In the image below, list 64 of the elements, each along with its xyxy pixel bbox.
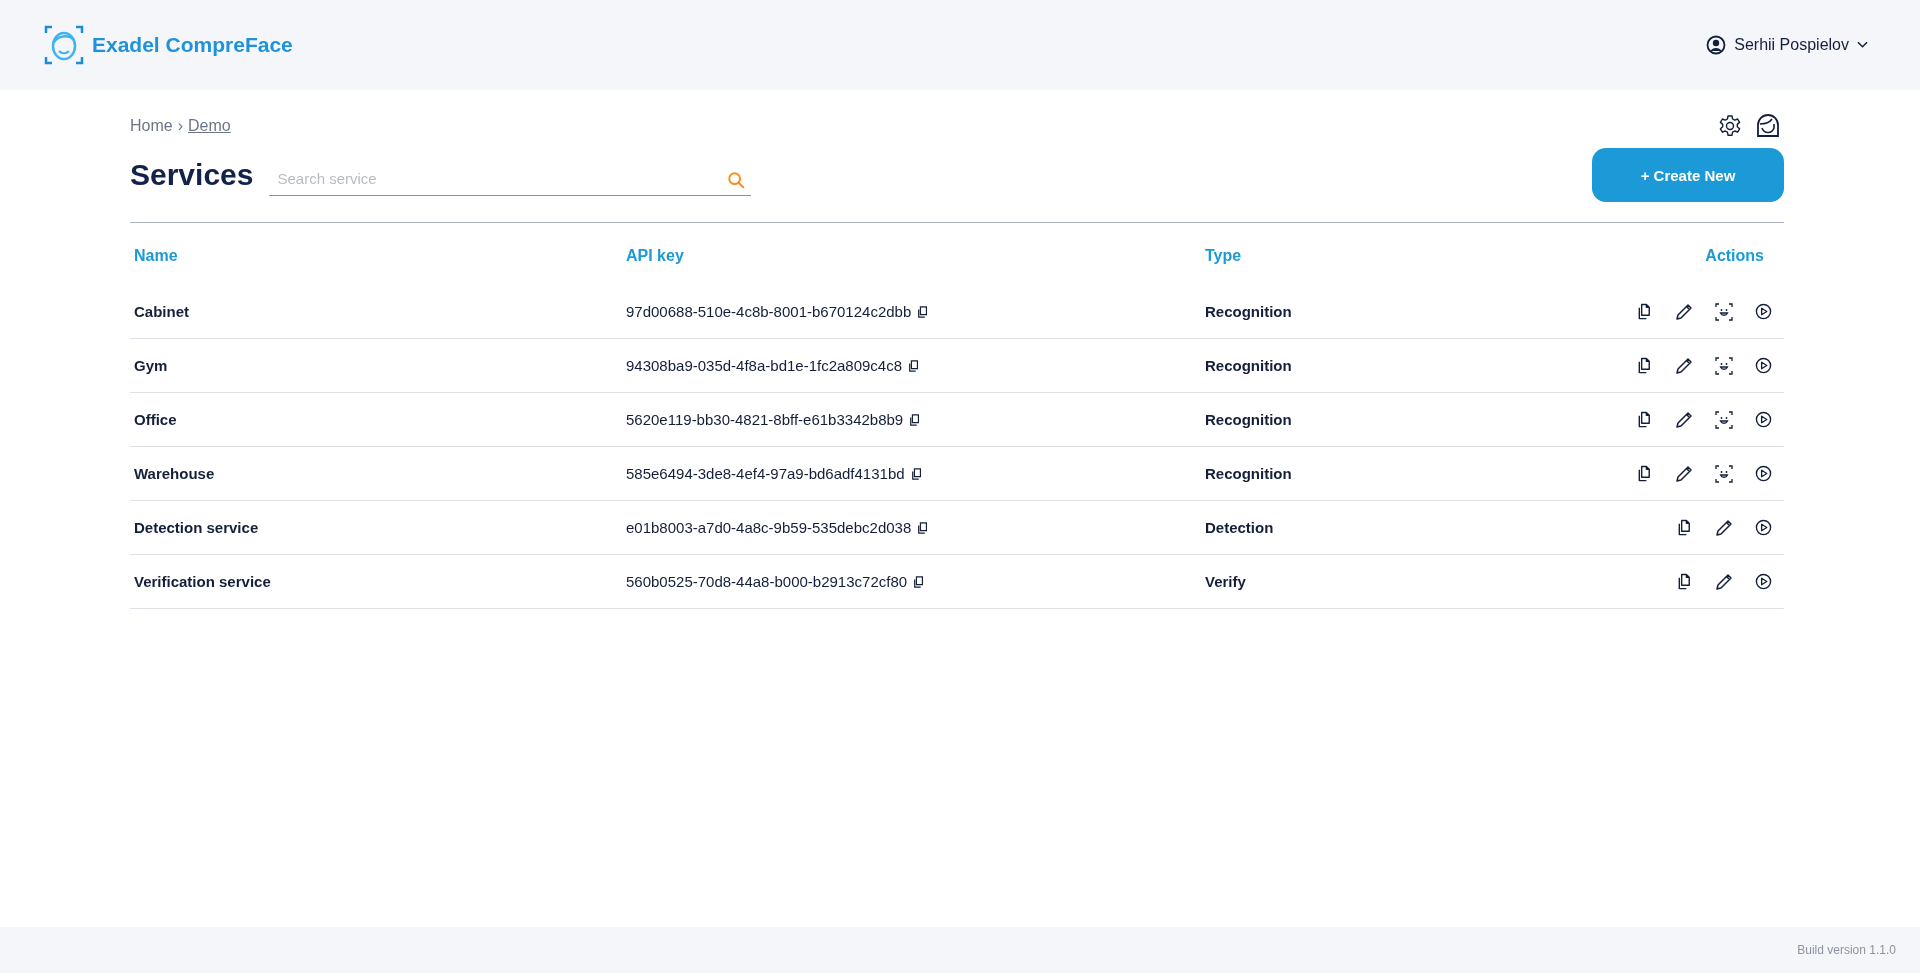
copy-icon[interactable] [917, 305, 930, 318]
api-key: 560b0525-70d8-44a8-b000-b2913c72cf80 [626, 573, 908, 590]
face-scan-icon[interactable] [1715, 302, 1733, 321]
play-icon[interactable] [1755, 357, 1772, 374]
service-type: Recognition [1205, 303, 1293, 320]
pencil-icon[interactable] [1675, 410, 1693, 429]
pencil-icon[interactable] [1715, 572, 1733, 591]
copy-icon[interactable] [1636, 465, 1653, 482]
copy-icon[interactable] [909, 413, 922, 426]
face-logo-icon [44, 25, 84, 65]
service-name: Office [133, 411, 178, 428]
play-icon[interactable] [1755, 573, 1772, 590]
copy-icon[interactable] [1676, 519, 1693, 536]
pencil-icon[interactable] [1675, 302, 1693, 321]
build-version: Build version 1.1.0 [1797, 943, 1896, 957]
service-type: Recognition [1205, 411, 1293, 428]
api-key: 585e6494-3de8-4ef4-97a9-bd6adf4131bd [626, 465, 905, 482]
user-menu[interactable]: Serhii Pospielov [1702, 31, 1872, 59]
copy-icon[interactable] [910, 467, 923, 480]
play-icon[interactable] [1755, 303, 1772, 320]
copy-icon[interactable] [1636, 411, 1653, 428]
service-name: Cabinet [133, 303, 190, 320]
breadcrumb-separator: › [177, 117, 183, 135]
create-new-button[interactable]: + Create New [1592, 148, 1784, 202]
api-key: 5620e119-bb30-4821-8bff-e61b3342b8b9 [626, 411, 904, 428]
breadcrumb-link[interactable]: Home [130, 117, 173, 135]
column-header: Actions [1704, 247, 1765, 265]
copy-icon[interactable] [917, 521, 930, 534]
service-type: Detection [1205, 519, 1275, 536]
play-icon[interactable] [1755, 465, 1772, 482]
user-avatar-icon [1706, 35, 1727, 55]
column-header: Name [133, 247, 179, 265]
api-key: 97d00688-510e-4c8b-8001-b670124c2dbb [626, 303, 912, 320]
copy-icon[interactable] [1636, 357, 1653, 374]
api-key: e01b8003-a7d0-4a8c-9b59-535debc2d038 [626, 519, 912, 536]
pencil-icon[interactable] [1675, 356, 1693, 375]
service-type: Recognition [1205, 465, 1293, 482]
face-scan-icon[interactable] [1715, 410, 1733, 429]
face-icon[interactable] [1756, 114, 1780, 138]
play-icon[interactable] [1755, 519, 1772, 536]
service-name: Verification service [133, 573, 272, 590]
face-scan-icon[interactable] [1715, 356, 1733, 375]
play-icon[interactable] [1755, 411, 1772, 428]
copy-icon[interactable] [1676, 573, 1693, 590]
api-key: 94308ba9-035d-4f8a-bd1e-1fc2a809c4c8 [626, 357, 903, 374]
brand-name: Exadel CompreFace [92, 33, 293, 57]
column-header: Type [1205, 247, 1243, 265]
column-header: API key [626, 247, 685, 265]
service-name: Warehouse [133, 465, 216, 482]
service-type: Verify [1205, 573, 1247, 590]
face-scan-icon[interactable] [1715, 464, 1733, 483]
settings-icon[interactable] [1718, 114, 1742, 138]
service-name: Gym [133, 357, 169, 374]
copy-icon[interactable] [908, 359, 921, 372]
copy-icon[interactable] [1636, 303, 1653, 320]
copy-icon[interactable] [913, 575, 926, 588]
breadcrumb-link[interactable]: Demo [188, 117, 231, 135]
pencil-icon[interactable] [1675, 464, 1693, 483]
service-name: Detection service [133, 519, 260, 536]
search-field[interactable]: Search service [269, 162, 752, 196]
page-title: Services [130, 158, 254, 192]
service-type: Recognition [1205, 357, 1293, 374]
pencil-icon[interactable] [1715, 518, 1733, 537]
chevron-down-icon [1857, 41, 1868, 49]
